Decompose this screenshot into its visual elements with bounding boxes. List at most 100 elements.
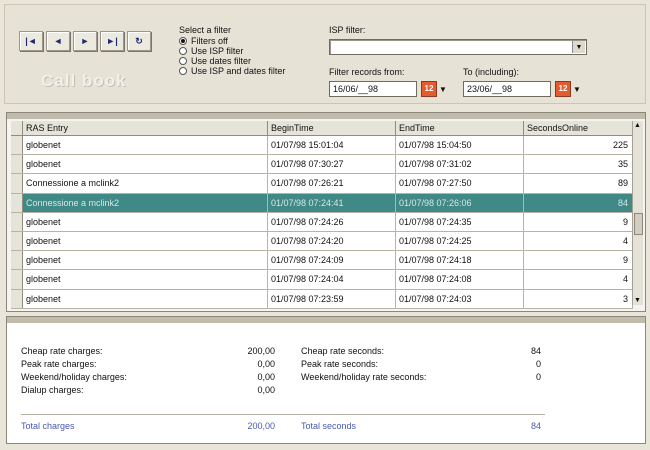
filter-option-filters-off[interactable]: Filters off (179, 36, 285, 46)
total-charges-value: 200,00 (247, 421, 275, 431)
cheap-rate-charges-label: Cheap rate charges: (21, 346, 103, 356)
chevron-down-icon[interactable]: ▼ (573, 85, 581, 94)
filter-options: Select a filter Filters off Use ISP filt… (179, 25, 285, 76)
row-selector[interactable] (11, 270, 23, 289)
cell-end-time: 01/07/98 07:24:35 (396, 212, 524, 231)
scroll-down-icon[interactable]: ▼ (634, 297, 641, 304)
radio-icon (179, 57, 187, 65)
table-row[interactable]: globenet 01/07/98 07:24:04 01/07/98 07:24:… (11, 270, 633, 290)
row-selector[interactable] (11, 155, 23, 174)
table-row[interactable]: globenet 01/07/98 07:30:27 01/07/98 07:31:… (11, 155, 633, 175)
cell-end-time: 01/07/98 07:27:50 (396, 174, 524, 193)
cell-end-time: 01/07/98 07:26:06 (396, 193, 524, 212)
cell-ras-entry: globenet (23, 289, 268, 308)
app-title: Call book (41, 71, 127, 90)
cell-seconds-online: 9 (524, 212, 633, 231)
radio-icon (179, 67, 187, 75)
row-selector-header (11, 121, 23, 135)
cell-begin-time: 01/07/98 07:24:04 (268, 270, 396, 289)
previous-record-icon[interactable]: ◄ (46, 31, 70, 51)
filter-option-label: Use ISP filter (191, 46, 244, 56)
scroll-up-icon[interactable]: ▲ (634, 122, 641, 129)
peak-rate-seconds-value: 0 (535, 359, 541, 369)
filter-option-isp[interactable]: Use ISP filter (179, 46, 285, 56)
column-header-seconds-online[interactable]: SecondsOnline (524, 121, 633, 135)
cell-end-time: 01/07/98 07:24:03 (396, 289, 524, 308)
row-selector[interactable] (11, 231, 23, 251)
calendar-icon[interactable]: 12 (555, 81, 571, 97)
cell-ras-entry: Connessione a mclink2 (23, 193, 268, 212)
row-selector[interactable] (11, 289, 23, 308)
row-selector[interactable] (11, 251, 23, 270)
chevron-down-icon[interactable]: ▼ (439, 85, 447, 94)
cell-seconds-online: 4 (524, 231, 633, 251)
cell-end-time: 01/07/98 07:24:18 (396, 251, 524, 270)
cell-seconds-online: 3 (524, 289, 633, 308)
cell-begin-time: 01/07/98 07:26:21 (268, 174, 396, 193)
filter-option-label: Use ISP and dates filter (191, 66, 286, 76)
date-to-field[interactable]: 23/06/__98 (463, 81, 551, 97)
peak-rate-charges-label: Peak rate charges: (21, 359, 97, 369)
records-table: RAS Entry BeginTime EndTime SecondsOnlin… (11, 121, 633, 309)
isp-filter-label: ISP filter: (329, 25, 366, 35)
cell-ras-entry: globenet (23, 231, 268, 251)
radio-icon (179, 47, 187, 55)
next-record-icon[interactable]: ► (73, 31, 97, 51)
column-header-begin-time[interactable]: BeginTime (268, 121, 396, 135)
cell-begin-time: 01/07/98 07:24:20 (268, 231, 396, 251)
filter-option-dates[interactable]: Use dates filter (179, 56, 285, 66)
cell-seconds-online: 84 (524, 193, 633, 212)
table-row[interactable]: globenet 01/07/98 07:24:09 01/07/98 07:24:… (11, 251, 633, 271)
table-row-selected[interactable]: ▶ Connessione a mclink2 01/07/98 07:24:41 0… (11, 193, 633, 213)
date-from-label: Filter records from: (329, 67, 405, 77)
first-record-icon[interactable]: |◄ (19, 31, 43, 51)
records-grid: RAS Entry BeginTime EndTime SecondsOnlin… (6, 112, 646, 312)
cell-ras-entry: globenet (23, 155, 268, 174)
record-navigation: |◄ ◄ ► ►| ↻ (19, 31, 151, 51)
vertical-scrollbar[interactable]: ▲ ▼ (632, 121, 643, 305)
cell-begin-time: 01/07/98 07:24:26 (268, 212, 396, 231)
filter-option-isp-and-dates[interactable]: Use ISP and dates filter (179, 66, 285, 76)
radio-selected-icon (179, 37, 187, 45)
cell-begin-time: 01/07/98 07:23:59 (268, 289, 396, 308)
cell-seconds-online: 225 (524, 136, 633, 155)
cell-ras-entry: Connessione a mclink2 (23, 174, 268, 193)
refresh-icon[interactable]: ↻ (127, 31, 151, 51)
total-seconds-label: Total seconds (301, 421, 357, 431)
cell-end-time: 01/07/98 07:24:08 (396, 270, 524, 289)
summary-top-bar (7, 317, 645, 323)
chevron-down-icon[interactable]: ▼ (572, 41, 585, 53)
table-row[interactable]: globenet 01/07/98 15:01:04 01/07/98 15:04:… (11, 136, 633, 156)
cell-seconds-online: 4 (524, 270, 633, 289)
cell-ras-entry: globenet (23, 251, 268, 270)
table-header: RAS Entry BeginTime EndTime SecondsOnlin… (11, 121, 633, 136)
column-header-end-time[interactable]: EndTime (396, 121, 524, 135)
row-selector[interactable] (11, 174, 23, 193)
row-selector[interactable] (11, 136, 23, 155)
cell-end-time: 01/07/98 07:24:25 (396, 231, 524, 251)
filter-option-label: Use dates filter (191, 56, 252, 66)
table-row[interactable]: globenet 01/07/98 07:24:20 01/07/98 07:24:… (11, 231, 633, 252)
calendar-icon[interactable]: 12 (421, 81, 437, 97)
weekend-charges-value: 0,00 (257, 372, 275, 382)
column-header-ras-entry[interactable]: RAS Entry (23, 121, 268, 135)
table-row[interactable]: globenet 01/07/98 07:24:26 01/07/98 07:24:… (11, 212, 633, 232)
summary-divider (21, 414, 545, 415)
cell-ras-entry: globenet (23, 212, 268, 231)
current-row-arrow-icon[interactable]: ▶ (11, 193, 23, 212)
date-from-field[interactable]: 16/06/__98 (329, 81, 417, 97)
table-row[interactable]: Connessione a mclink2 01/07/98 07:26:21 01… (11, 174, 633, 194)
table-row[interactable]: globenet 01/07/98 07:23:59 01/07/98 07:24:… (11, 289, 633, 309)
weekend-charges-label: Weekend/holiday charges: (21, 372, 127, 382)
isp-filter-select[interactable]: ▼ (329, 39, 587, 55)
last-record-icon[interactable]: ►| (100, 31, 124, 51)
scroll-thumb[interactable] (634, 213, 643, 235)
dialup-charges-label: Dialup charges: (21, 385, 84, 395)
row-selector[interactable] (11, 212, 23, 231)
peak-rate-charges-value: 0,00 (257, 359, 275, 369)
total-charges-label: Total charges (21, 421, 75, 431)
cell-begin-time: 01/07/98 07:30:27 (268, 155, 396, 174)
cheap-rate-seconds-label: Cheap rate seconds: (301, 346, 385, 356)
cheap-rate-charges-value: 200,00 (247, 346, 275, 356)
filter-title: Select a filter (179, 25, 232, 35)
